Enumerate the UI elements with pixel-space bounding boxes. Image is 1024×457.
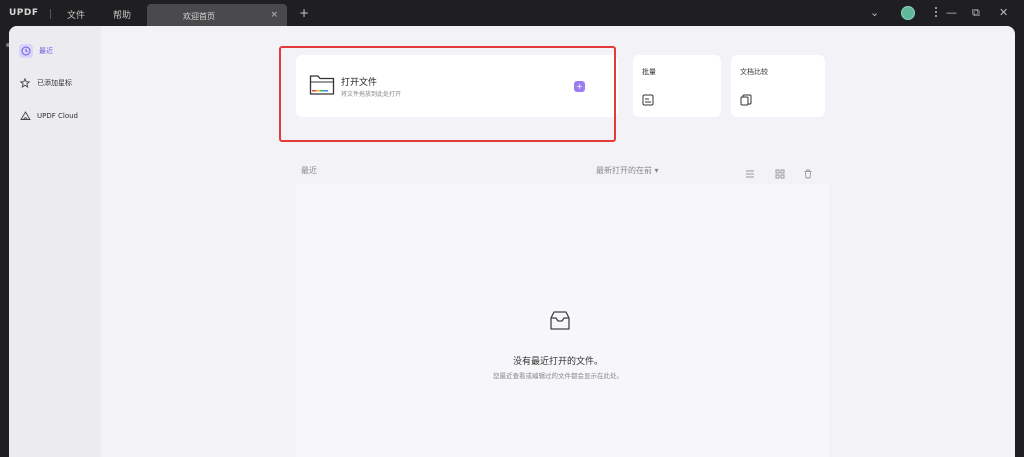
main-content: 打开文件 将文件拖放到此处打开 + 批量 文档比较 最近 最新打开的在前 ▾ 没…: [101, 26, 1015, 457]
clock-icon: [19, 44, 33, 58]
sidebar: 最近 已添加星标 UPDF Cloud: [9, 26, 101, 457]
grid-view-icon[interactable]: [775, 164, 785, 183]
menu-help[interactable]: 帮助: [113, 8, 131, 21]
sort-arrow-icon: ▾: [654, 166, 659, 175]
compare-icon: [740, 91, 752, 110]
sidebar-item-recent[interactable]: 最近: [19, 42, 53, 60]
compare-card[interactable]: 文档比较: [731, 55, 825, 117]
title-bar: UPDF 文件 帮助 欢迎首页 × + ⌄ — ⧉ ✕: [0, 0, 1024, 28]
sidebar-item-starred[interactable]: 已添加星标: [19, 74, 72, 92]
sidebar-item-label: 最近: [39, 47, 53, 55]
highlight-box: [279, 46, 616, 142]
restore-button[interactable]: ⧉: [972, 6, 980, 20]
batch-title: 批量: [642, 68, 656, 76]
tab-welcome[interactable]: 欢迎首页 ×: [147, 4, 287, 28]
chevron-down-icon[interactable]: ⌄: [870, 6, 879, 20]
list-view-icon[interactable]: [745, 164, 755, 183]
app-logo: UPDF: [9, 8, 39, 18]
main-window: 最近 已添加星标 UPDF Cloud 打开文件 将文件拖放到此处打开 + 批量…: [9, 26, 1015, 457]
star-icon: [19, 77, 31, 89]
add-tab-button[interactable]: +: [299, 7, 309, 19]
avatar[interactable]: [901, 6, 915, 20]
sidebar-item-cloud[interactable]: UPDF Cloud: [19, 107, 78, 125]
sort-label: 最新打开的在前: [596, 166, 652, 175]
minimize-button[interactable]: —: [946, 6, 957, 20]
trash-icon[interactable]: [803, 164, 813, 183]
sidebar-item-label: UPDF Cloud: [37, 112, 78, 120]
empty-inbox-icon: [548, 309, 572, 337]
compare-title: 文档比较: [740, 68, 768, 76]
sidebar-item-label: 已添加星标: [37, 79, 72, 87]
menu-dots-icon[interactable]: [930, 5, 942, 23]
menu-file[interactable]: 文件: [67, 8, 85, 21]
tab-welcome-label: 欢迎首页: [183, 12, 215, 21]
recent-section-label: 最近: [301, 166, 317, 175]
empty-state-title: 没有最近打开的文件。: [512, 357, 603, 367]
title-separator: [50, 9, 51, 19]
sort-dropdown[interactable]: 最新打开的在前 ▾: [596, 165, 659, 176]
tab-close-button[interactable]: ×: [270, 10, 278, 20]
batch-card[interactable]: 批量: [633, 55, 721, 117]
empty-state-subtitle: 您最近查看或编辑过的文件都会显示在此处。: [493, 372, 623, 380]
batch-icon: [642, 91, 654, 110]
cloud-icon: [19, 110, 31, 122]
close-window-button[interactable]: ✕: [999, 6, 1008, 20]
